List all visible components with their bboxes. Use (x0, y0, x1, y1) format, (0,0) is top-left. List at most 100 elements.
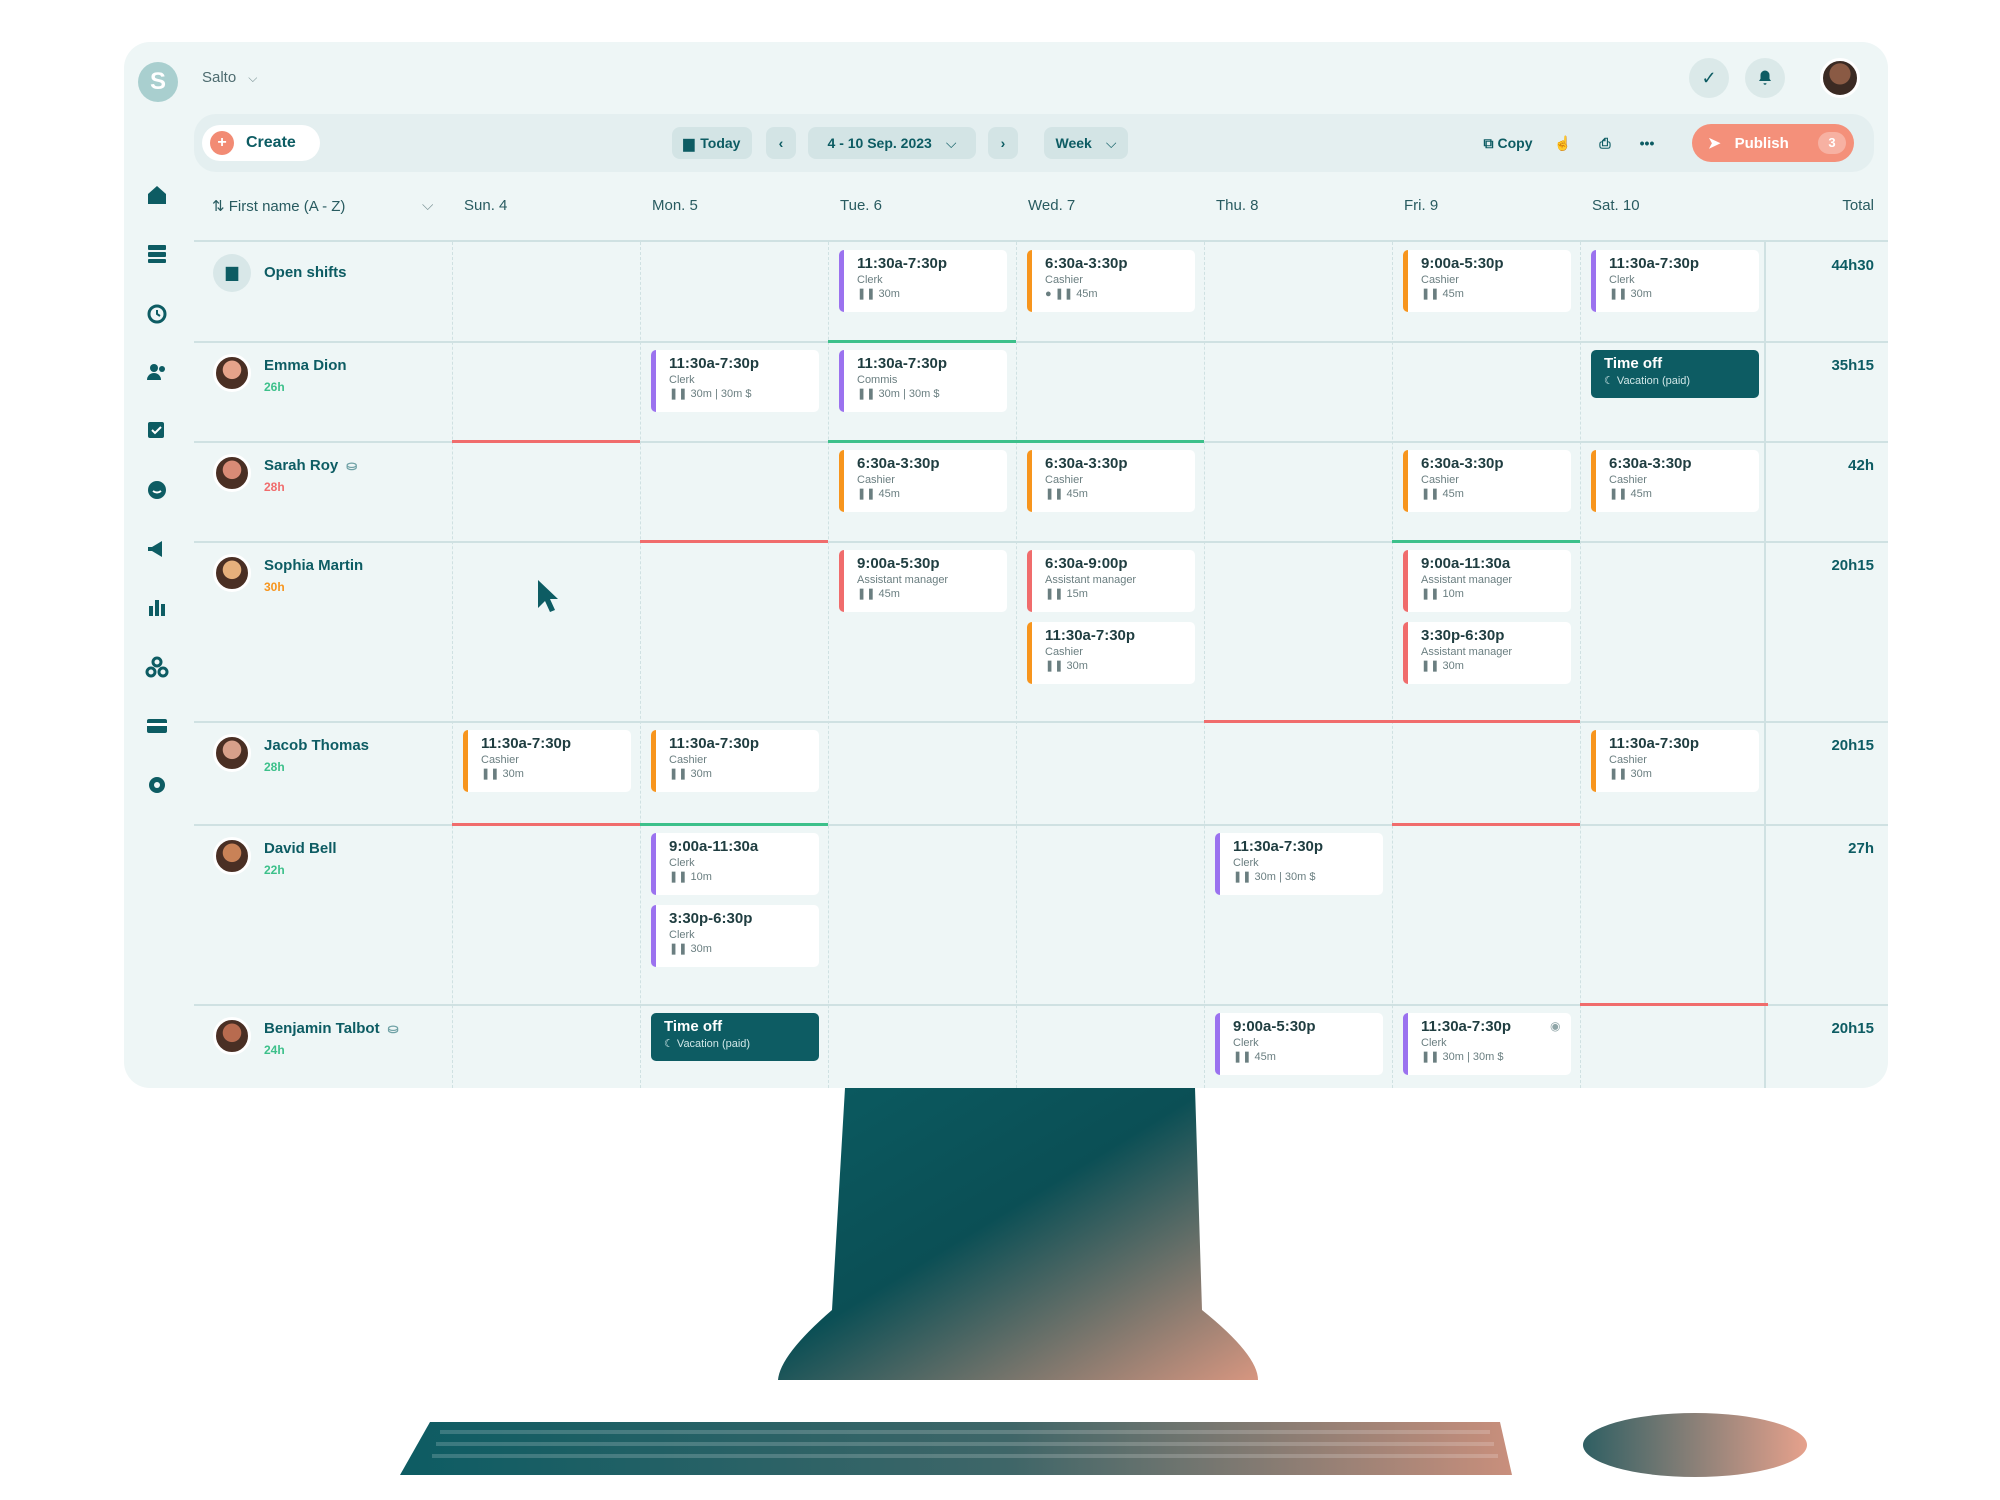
shift-time: 9:00a-5:30p (1233, 1018, 1316, 1035)
shift-card[interactable]: 11:30a-7:30p Clerk ❚❚ 30m | 30m $ (1403, 1013, 1571, 1075)
day-header: Sun. 4 (464, 197, 508, 214)
shift-card[interactable]: 11:30a-7:30p Clerk ❚❚ 30m (839, 250, 1007, 312)
employee-avatar[interactable] (213, 837, 251, 875)
shift-time: 6:30a-3:30p (1045, 255, 1128, 272)
employee-name-label: Open shifts (264, 264, 347, 281)
user-avatar[interactable] (1820, 58, 1860, 98)
copy-icon: ⧉ (1483, 134, 1494, 151)
schedule-icon[interactable] (144, 241, 170, 267)
chevron-down-icon: ⌵ (1105, 134, 1117, 151)
copy-button[interactable]: ⧉ Copy (1476, 127, 1540, 159)
check-icon[interactable]: ✓ (1689, 58, 1729, 98)
home-icon[interactable] (144, 182, 170, 208)
employee-avatar[interactable] (213, 554, 251, 592)
shift-time: 11:30a-7:30p (669, 355, 760, 372)
shift-card[interactable]: 11:30a-7:30p Cashier ❚❚ 30m (1591, 730, 1759, 792)
publish-label: Publish (1734, 134, 1789, 152)
employee-name[interactable]: Emma Dion (264, 357, 347, 374)
calendar-icon: ▆ (683, 134, 695, 151)
shift-break: ❚❚ 30m | 30m $ (857, 388, 940, 400)
next-week-button[interactable]: › (988, 127, 1018, 159)
shift-card[interactable]: 11:30a-7:30p Clerk ❚❚ 30m | 30m $ (651, 350, 819, 412)
column-divider (1204, 242, 1205, 1088)
integrations-icon[interactable] (144, 654, 170, 680)
publish-button[interactable]: ➤ Publish 3 (1692, 124, 1854, 162)
bell-icon[interactable] (1745, 58, 1785, 98)
today-button[interactable]: ▆ Today (672, 127, 752, 159)
shift-role: Assistant manager (1421, 574, 1513, 586)
shift-card[interactable]: 11:30a-7:30p Clerk ❚❚ 30m (1591, 250, 1759, 312)
settings-icon[interactable] (144, 772, 170, 798)
time-off-title: Time off (1604, 355, 1663, 372)
timeclock-icon[interactable] (144, 300, 170, 326)
shift-card[interactable]: 9:00a-5:30p Assistant manager ❚❚ 45m (839, 550, 1007, 612)
employee-avatar[interactable] (213, 354, 251, 392)
shift-break: ❚❚ 30m (857, 288, 900, 300)
shift-card[interactable]: 11:30a-7:30p Cashier ❚❚ 30m (463, 730, 631, 792)
shift-card[interactable]: 9:00a-11:30a Assistant manager ❚❚ 10m (1403, 550, 1571, 612)
shift-card[interactable]: 9:00a-11:30a Clerk ❚❚ 10m (651, 833, 819, 895)
row-total: 20h15 (1831, 557, 1874, 574)
messages-icon[interactable] (144, 477, 170, 503)
shift-role: Cashier (857, 474, 895, 486)
row-total: 20h15 (1831, 737, 1874, 754)
shift-card[interactable]: 6:30a-3:30p Cashier ❚❚ 45m (839, 450, 1007, 512)
plus-icon: + (210, 131, 234, 155)
employee-name[interactable]: Benjamin Talbot ⛀ (264, 1020, 398, 1037)
more-icon[interactable]: ••• (1632, 127, 1662, 159)
shift-card[interactable]: 11:30a-7:30p Commis ❚❚ 30m | 30m $ (839, 350, 1007, 412)
shift-card[interactable]: 9:00a-5:30p Clerk ❚❚ 45m (1215, 1013, 1383, 1075)
time-off-card[interactable]: Time off ☾ Vacation (paid) (651, 1013, 819, 1061)
shift-card[interactable]: 6:30a-3:30p Cashier ❚❚ 45m (1027, 450, 1195, 512)
view-select[interactable]: Week ⌵ (1044, 127, 1128, 159)
employee-hours: 28h (264, 760, 285, 774)
shift-time: 11:30a-7:30p (857, 355, 948, 372)
shift-break: ❚❚ 45m (1421, 488, 1464, 500)
employee-name[interactable]: Jacob Thomas (264, 737, 369, 754)
shift-break: ❚❚ 30m | 30m $ (669, 388, 752, 400)
reports-icon[interactable] (144, 595, 170, 621)
org-logo[interactable]: S (138, 62, 178, 102)
shift-card[interactable]: 3:30p-6:30p Assistant manager ❚❚ 30m (1403, 622, 1571, 684)
create-button[interactable]: + Create (202, 125, 320, 161)
time-off-card[interactable]: Time off ☾ Vacation (paid) (1591, 350, 1759, 398)
employee-hours: 26h (264, 380, 285, 394)
shift-role: Clerk (669, 374, 695, 386)
employee-name[interactable]: David Bell (264, 840, 337, 857)
shift-card[interactable]: 6:30a-9:00p Assistant manager ❚❚ 15m (1027, 550, 1195, 612)
date-range-picker[interactable]: 4 - 10 Sep. 2023 ⌵ (808, 127, 976, 159)
shift-card[interactable]: 11:30a-7:30p Cashier ❚❚ 30m (651, 730, 819, 792)
shift-card[interactable]: 11:30a-7:30p Cashier ❚❚ 30m (1027, 622, 1195, 684)
shift-time: 6:30a-3:30p (1045, 455, 1128, 472)
shift-card[interactable]: 3:30p-6:30p Clerk ❚❚ 30m (651, 905, 819, 967)
monitor-stand (778, 1088, 1258, 1380)
shift-time: 6:30a-3:30p (857, 455, 940, 472)
print-icon[interactable]: ⎙ (1590, 127, 1620, 159)
shift-card[interactable]: 6:30a-3:30p Cashier ● ❚❚ 45m (1027, 250, 1195, 312)
coverage-marker (1392, 540, 1580, 543)
shift-card[interactable]: 9:00a-5:30p Cashier ❚❚ 45m (1403, 250, 1571, 312)
employee-name[interactable]: Sarah Roy ⛀ (264, 457, 357, 474)
shift-role: Assistant manager (857, 574, 949, 586)
employee-name[interactable]: Open shifts (264, 264, 347, 281)
touch-icon[interactable]: ☝ (1548, 127, 1578, 159)
eye-icon[interactable]: ◉ (1550, 1019, 1560, 1033)
shift-card[interactable]: 11:30a-7:30p Clerk ❚❚ 30m | 30m $ (1215, 833, 1383, 895)
shift-role: Clerk (1233, 1037, 1259, 1049)
prev-week-button[interactable]: ‹ (766, 127, 796, 159)
billing-icon[interactable] (144, 713, 170, 739)
shift-card[interactable]: 6:30a-3:30p Cashier ❚❚ 45m (1403, 450, 1571, 512)
employees-icon[interactable] (144, 359, 170, 385)
employee-avatar[interactable] (213, 1017, 251, 1055)
tasks-icon[interactable] (144, 418, 170, 444)
announcements-icon[interactable] (144, 536, 170, 562)
shift-break: ❚❚ 30m (669, 943, 712, 955)
shift-break: ❚❚ 30m (669, 768, 712, 780)
employee-name[interactable]: Sophia Martin (264, 557, 363, 574)
shift-card[interactable]: 6:30a-3:30p Cashier ❚❚ 45m (1591, 450, 1759, 512)
column-divider (1016, 242, 1017, 1088)
employee-avatar[interactable] (213, 734, 251, 772)
org-switcher[interactable]: Salto ⌵ (202, 69, 257, 86)
employee-avatar[interactable] (213, 454, 251, 492)
sort-select[interactable]: ⇅ First name (A - Z) ⌵ (212, 197, 433, 215)
